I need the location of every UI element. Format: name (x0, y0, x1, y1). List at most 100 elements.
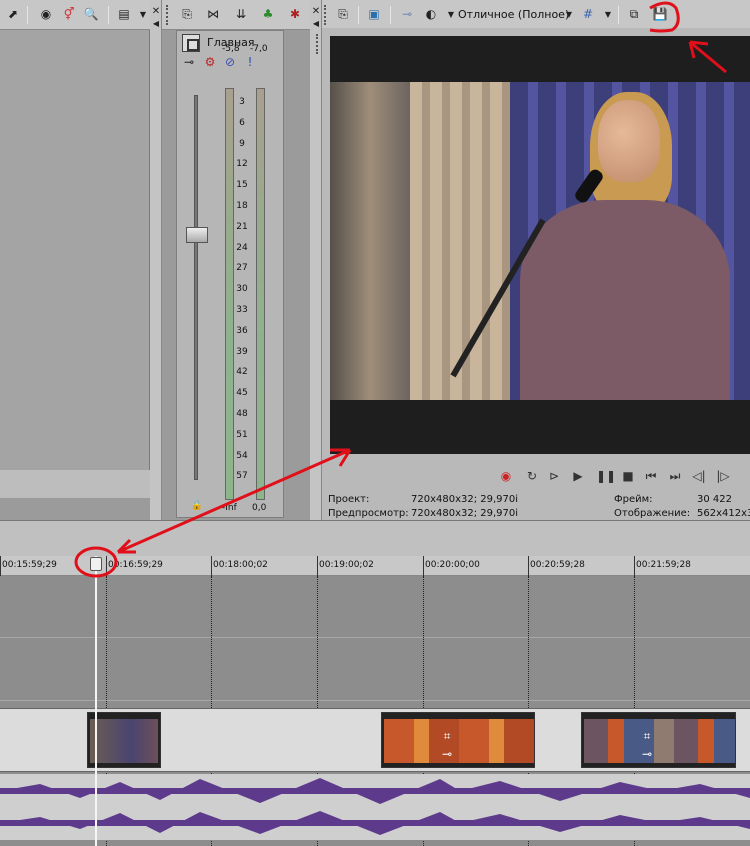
event-fx-icon[interactable]: ⊸ (638, 745, 656, 763)
crop-icon[interactable]: ⌗ (438, 727, 456, 745)
go-to-end-icon[interactable]: ⏭ (667, 468, 683, 484)
peak-left: -5,8 (222, 44, 240, 54)
toolbar-separator (390, 6, 391, 24)
next-frame-icon[interactable]: |▷ (715, 468, 731, 484)
lock-icon[interactable]: 🔒 (188, 496, 206, 514)
record-icon[interactable]: ◉ (498, 468, 514, 484)
ruler-label: 00:15:59;29 (2, 560, 57, 570)
timeline-header (0, 520, 750, 558)
peak-right: -7,0 (250, 44, 268, 54)
meter-scale-label: 9 (239, 138, 245, 149)
ruler-tick (528, 556, 529, 576)
ruler-label: 00:21:59;28 (636, 560, 691, 570)
meter-scale-label: 3 (239, 97, 245, 107)
video-clip[interactable]: ⌗ ⊸ (381, 712, 535, 768)
chevron-down-icon[interactable]: ▼ (560, 5, 578, 23)
routing-icon[interactable]: ✱ (286, 5, 304, 23)
ruler-label: 00:20:59;28 (530, 560, 585, 570)
grip-handle[interactable] (166, 5, 169, 25)
play-icon[interactable]: ▶ (570, 468, 586, 484)
left-toolbar: ⬈ ◉ ⚥ 🔍 ▤ ▼ (0, 0, 150, 30)
time-ruler[interactable]: 00:15:59;29 00:16:59;29 00:18:00;02 00:1… (0, 556, 750, 576)
ruler-tick (106, 556, 107, 576)
toolbar-separator (27, 6, 28, 24)
event-fx-icon[interactable]: ⊸ (438, 745, 456, 763)
video-clip[interactable] (87, 712, 161, 768)
copy-snapshot-icon[interactable]: ⧉ (625, 5, 643, 23)
go-to-start-icon[interactable]: ⏮ (643, 468, 659, 484)
insert-icon[interactable]: ⎘ (178, 5, 196, 23)
meter-scale-label: 48 (236, 408, 248, 419)
level-meter-right (256, 88, 265, 500)
fx-gear-icon[interactable]: ⚙ (201, 53, 219, 71)
meter-scale-label: 51 (236, 429, 248, 440)
pointer-icon[interactable]: ⬈ (4, 5, 22, 23)
track-divider (0, 700, 750, 701)
frame-label: Фрейм: (614, 494, 653, 505)
stop-icon[interactable]: ■ (620, 468, 636, 484)
split-screen-icon[interactable]: ⊸ (398, 5, 416, 23)
meter-scale-label: 54 (236, 450, 248, 461)
mute-icon[interactable]: ⊘ (221, 53, 239, 71)
left-dock-strip: ✕ ◀ (150, 0, 162, 520)
save-snapshot-icon[interactable]: 💾 (651, 5, 669, 23)
explorer-panel (0, 30, 150, 470)
solo-icon[interactable]: ! (241, 53, 259, 71)
singer-body (520, 200, 730, 400)
preview-toolbar: ⎘ ▣ ⊸ ◐ ▼ Отличное (Полное) ▼ # ▼ ⧉ 💾 (322, 0, 750, 30)
explorer-icon[interactable]: ◉ (37, 5, 55, 23)
meter-scale-label: 6 (239, 117, 245, 128)
meter-scale-label: 57 (236, 471, 248, 482)
grip-handle[interactable] (316, 34, 319, 54)
project-value: 720x480x32; 29,970i (411, 494, 519, 505)
downmix-icon[interactable]: ⇊ (232, 5, 250, 23)
overlay-icon[interactable]: ◐ (422, 5, 440, 23)
playhead-marker[interactable] (90, 557, 102, 571)
monitor-icon[interactable]: ▣ (365, 5, 383, 23)
crop-icon[interactable]: ⌗ (638, 727, 656, 745)
track-divider (0, 637, 750, 638)
grip-handle[interactable] (324, 5, 327, 25)
ruler-tick (211, 556, 212, 576)
ruler-tick (423, 556, 424, 576)
ruler-label: 00:16:59;29 (108, 560, 163, 570)
prev-frame-icon[interactable]: ◁| (691, 468, 707, 484)
meter-scale-label: 39 (236, 346, 248, 357)
toolbar-separator (108, 6, 109, 24)
audio-track[interactable] (0, 774, 750, 840)
chevron-down-icon[interactable]: ▼ (599, 5, 617, 23)
singer-face (598, 100, 660, 182)
ruler-tick (317, 556, 318, 576)
meter-scale-label: 27 (236, 263, 248, 274)
gender-icon[interactable]: ⚥ (60, 5, 78, 23)
split-icon[interactable]: ⋈ (204, 5, 222, 23)
quality-select[interactable]: Отличное (Полное) (458, 8, 569, 21)
grid-icon[interactable]: # (579, 5, 597, 23)
play-from-start-icon[interactable]: ⊳ (546, 468, 562, 484)
meter-scale-label: 33 (236, 304, 248, 315)
volume-fader-track[interactable] (194, 95, 198, 480)
transport-bar: ◉ ↻ ⊳ ▶ ❚❚ ■ ⏮ ⏭ ◁| |▷ (330, 464, 750, 490)
meter-scale-label: 24 (236, 242, 248, 253)
clip-thumbnail (90, 719, 158, 763)
ruler-tick (634, 556, 635, 576)
display-label: Отображение: (614, 508, 691, 519)
layout-icon[interactable]: ▤ (115, 5, 133, 23)
frame-value: 30 422 (697, 494, 732, 505)
pause-icon[interactable]: ❚❚ (596, 468, 616, 484)
curtain-center (410, 82, 510, 400)
zoom-icon[interactable]: 🔍 (82, 5, 100, 23)
meter-scale-label: 45 (236, 388, 248, 399)
toolbar-separator (618, 6, 619, 24)
ruler-label: 00:19:00;02 (319, 560, 374, 570)
insert-fx-icon[interactable]: ⊸ (180, 53, 198, 71)
ruler-label: 00:18:00;02 (213, 560, 268, 570)
properties-icon[interactable]: ⎘ (334, 5, 352, 23)
explorer-panel-footer (0, 470, 150, 498)
playhead-line[interactable] (95, 556, 97, 846)
effects-icon[interactable]: ♣ (259, 5, 277, 23)
meter-scale-label: 42 (236, 367, 248, 378)
volume-fader-knob[interactable] (186, 227, 208, 243)
loop-icon[interactable]: ↻ (524, 468, 540, 484)
video-clip[interactable]: ⌗ ⊸ (581, 712, 736, 768)
